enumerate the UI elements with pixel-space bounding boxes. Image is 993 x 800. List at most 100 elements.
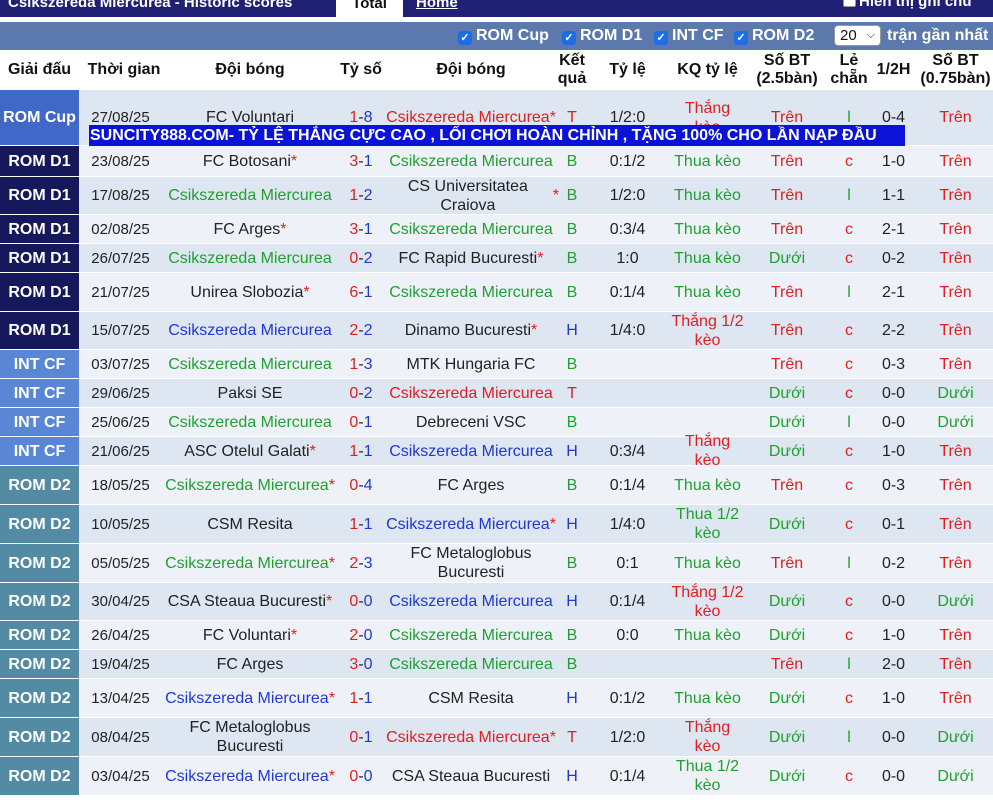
checkmark-icon[interactable]: ✓ bbox=[734, 31, 748, 45]
league-badge[interactable]: INT CF bbox=[0, 437, 79, 465]
home-team-name[interactable]: Csikszereda Miercurea bbox=[168, 321, 332, 340]
away-team-name[interactable]: Csikszereda Miercurea bbox=[389, 220, 553, 239]
table-row[interactable]: ROM D2 18/05/25 Csikszereda Miercurea * 0-4 F… bbox=[0, 466, 993, 505]
score[interactable]: 2-3 bbox=[339, 544, 383, 582]
home-team-name[interactable]: Csikszereda Miercurea bbox=[165, 476, 329, 495]
score[interactable]: 1-1 bbox=[339, 505, 383, 543]
away-team-name[interactable]: Csikszereda Miercurea bbox=[389, 442, 553, 461]
home-team-cell[interactable]: Csikszereda Miercurea * bbox=[161, 466, 339, 504]
away-team-name[interactable]: FC Rapid Bucuresti bbox=[399, 249, 538, 268]
home-team-cell[interactable]: Csikszereda Miercurea * bbox=[161, 757, 339, 795]
home-team-cell[interactable]: Csikszereda Miercurea * bbox=[161, 679, 339, 717]
away-team-name[interactable]: Csikszereda Miercurea bbox=[389, 655, 553, 674]
tab-home[interactable]: Home bbox=[416, 0, 458, 11]
home-team-cell[interactable]: FC Botosani * bbox=[161, 146, 339, 176]
score[interactable]: 1-3 bbox=[339, 350, 383, 378]
home-team-name[interactable]: FC Voluntari bbox=[203, 626, 291, 645]
ad-banner[interactable]: SUNCITY888.COM- TỶ LỆ THẮNG CỰC CAO , LỐ… bbox=[89, 125, 905, 146]
score[interactable]: 3-0 bbox=[339, 650, 383, 678]
score[interactable]: 1-2 bbox=[339, 177, 383, 214]
away-team-cell[interactable]: Csikszereda Miercurea bbox=[383, 621, 559, 649]
table-row[interactable]: ROM D1 21/07/25 Unirea Slobozia * 6-1 Csiksze… bbox=[0, 273, 993, 312]
league-badge[interactable]: ROM D2 bbox=[0, 621, 79, 649]
table-row[interactable]: ROM D2 03/04/25 Csikszereda Miercurea * 0-0 C… bbox=[0, 757, 993, 796]
away-team-name[interactable]: FC Metaloglobus Bucuresti bbox=[386, 544, 556, 582]
away-team-cell[interactable]: Csikszereda Miercurea bbox=[383, 273, 559, 311]
home-team-cell[interactable]: Csikszereda Miercurea bbox=[161, 350, 339, 378]
score[interactable]: 0-1 bbox=[339, 718, 383, 756]
home-team-name[interactable]: CSM Resita bbox=[207, 515, 292, 534]
league-badge[interactable]: ROM D2 bbox=[0, 466, 79, 504]
away-team-name[interactable]: FC Arges bbox=[438, 476, 505, 495]
away-team-cell[interactable]: FC Metaloglobus Bucuresti bbox=[383, 544, 559, 582]
score[interactable]: 6-1 bbox=[339, 273, 383, 311]
table-row[interactable]: INT CF 25/06/25 Csikszereda Miercurea 0-1 De… bbox=[0, 408, 993, 437]
tab-total[interactable]: Total bbox=[336, 0, 403, 17]
table-row[interactable]: ROM D2 10/05/25 CSM Resita 1-1 Csikszereda M… bbox=[0, 505, 993, 544]
table-row[interactable]: INT CF 21/06/25 ASC Otelul Galati * 1-1 Csiks… bbox=[0, 433, 993, 469]
away-team-cell[interactable]: FC Rapid Bucuresti * bbox=[383, 244, 559, 272]
league-badge[interactable]: ROM D2 bbox=[0, 718, 79, 756]
away-team-cell[interactable]: Csikszereda Miercurea bbox=[383, 437, 559, 465]
away-team-cell[interactable]: CS Universitatea Craiova * bbox=[383, 177, 559, 214]
league-badge[interactable]: ROM D2 bbox=[0, 583, 79, 620]
home-team-cell[interactable]: FC Arges bbox=[161, 650, 339, 678]
home-team-name[interactable]: Paksi SE bbox=[218, 384, 283, 403]
home-team-cell[interactable]: Paksi SE bbox=[161, 379, 339, 407]
filter-rom-d1[interactable]: ✓ ROM D1 bbox=[562, 27, 642, 45]
filter-int-cf[interactable]: ✓ INT CF bbox=[654, 27, 724, 45]
away-team-name[interactable]: Csikszereda Miercurea bbox=[389, 592, 553, 611]
league-badge[interactable]: ROM D2 bbox=[0, 757, 79, 795]
away-team-cell[interactable]: Csikszereda Miercurea bbox=[383, 215, 559, 243]
table-row[interactable]: ROM D1 17/08/25 Csikszereda Miercurea 1-2 CS… bbox=[0, 177, 993, 215]
table-row[interactable]: ROM D1 02/08/25 FC Arges * 3-1 Csikszereda Mi… bbox=[0, 215, 993, 244]
home-team-cell[interactable]: ASC Otelul Galati * bbox=[161, 437, 339, 465]
home-team-cell[interactable]: Csikszereda Miercurea bbox=[161, 408, 339, 436]
home-team-name[interactable]: Csikszereda Miercurea bbox=[168, 355, 332, 374]
score[interactable]: 0-2 bbox=[339, 244, 383, 272]
home-team-cell[interactable]: FC Voluntari * bbox=[161, 621, 339, 649]
league-badge[interactable]: ROM Cup bbox=[0, 90, 79, 145]
score[interactable]: 0-0 bbox=[339, 583, 383, 620]
filter-rom-cup[interactable]: ✓ ROM Cup bbox=[458, 27, 549, 45]
away-team-cell[interactable]: MTK Hungaria FC bbox=[383, 350, 559, 378]
league-badge[interactable]: ROM D1 bbox=[0, 273, 79, 311]
away-team-name[interactable]: Csikszereda Miercurea bbox=[389, 283, 553, 302]
home-team-name[interactable]: Csikszereda Miercurea bbox=[168, 413, 332, 432]
home-team-name[interactable]: Csikszereda Miercurea bbox=[165, 767, 329, 786]
away-team-cell[interactable]: Debreceni VSC bbox=[383, 408, 559, 436]
away-team-name[interactable]: CSM Resita bbox=[428, 689, 513, 708]
league-badge[interactable]: ROM D2 bbox=[0, 544, 79, 582]
away-team-name[interactable]: Dinamo Bucuresti bbox=[405, 321, 531, 340]
score[interactable]: 2-2 bbox=[339, 312, 383, 349]
away-team-cell[interactable]: Dinamo Bucuresti * bbox=[383, 312, 559, 349]
home-team-name[interactable]: Csikszereda Miercurea bbox=[168, 249, 332, 268]
home-team-name[interactable]: FC Arges bbox=[217, 655, 284, 674]
home-team-cell[interactable]: FC Arges * bbox=[161, 215, 339, 243]
away-team-cell[interactable]: Csikszereda Miercurea bbox=[383, 379, 559, 407]
checkmark-icon[interactable]: ✓ bbox=[562, 31, 576, 45]
league-badge[interactable]: ROM D1 bbox=[0, 177, 79, 214]
home-team-name[interactable]: Unirea Slobozia bbox=[190, 283, 303, 302]
league-badge[interactable]: ROM D2 bbox=[0, 679, 79, 717]
show-notes-toggle[interactable]: Hiển thị ghi chú bbox=[843, 0, 972, 10]
league-badge[interactable]: ROM D2 bbox=[0, 505, 79, 543]
home-team-name[interactable]: ASC Otelul Galati bbox=[184, 442, 309, 461]
checkmark-icon[interactable]: ✓ bbox=[654, 31, 668, 45]
table-row[interactable]: ROM D2 30/04/25 CSA Steaua Bucuresti * 0-0 Cs… bbox=[0, 583, 993, 621]
home-team-name[interactable]: FC Botosani bbox=[203, 152, 291, 171]
away-team-name[interactable]: Csikszereda Miercurea bbox=[389, 152, 553, 171]
away-team-name[interactable]: Debreceni VSC bbox=[416, 413, 526, 432]
table-row[interactable]: INT CF 03/07/25 Csikszereda Miercurea 1-3 MT… bbox=[0, 350, 993, 379]
home-team-cell[interactable]: CSA Steaua Bucuresti * bbox=[161, 583, 339, 620]
away-team-cell[interactable]: FC Arges bbox=[383, 466, 559, 504]
score[interactable]: 0-0 bbox=[339, 757, 383, 795]
away-team-name[interactable]: Csikszereda Miercurea bbox=[386, 515, 550, 534]
score[interactable]: 0-4 bbox=[339, 466, 383, 504]
table-row[interactable]: INT CF 29/06/25 Paksi SE 0-2 Csikszereda Mie… bbox=[0, 379, 993, 408]
away-team-name[interactable]: CSA Steaua Bucuresti bbox=[392, 767, 550, 786]
league-badge[interactable]: ROM D1 bbox=[0, 244, 79, 272]
score[interactable]: 3-1 bbox=[339, 146, 383, 176]
away-team-name[interactable]: MTK Hungaria FC bbox=[407, 355, 536, 374]
away-team-name[interactable]: Csikszereda Miercurea bbox=[389, 384, 553, 403]
